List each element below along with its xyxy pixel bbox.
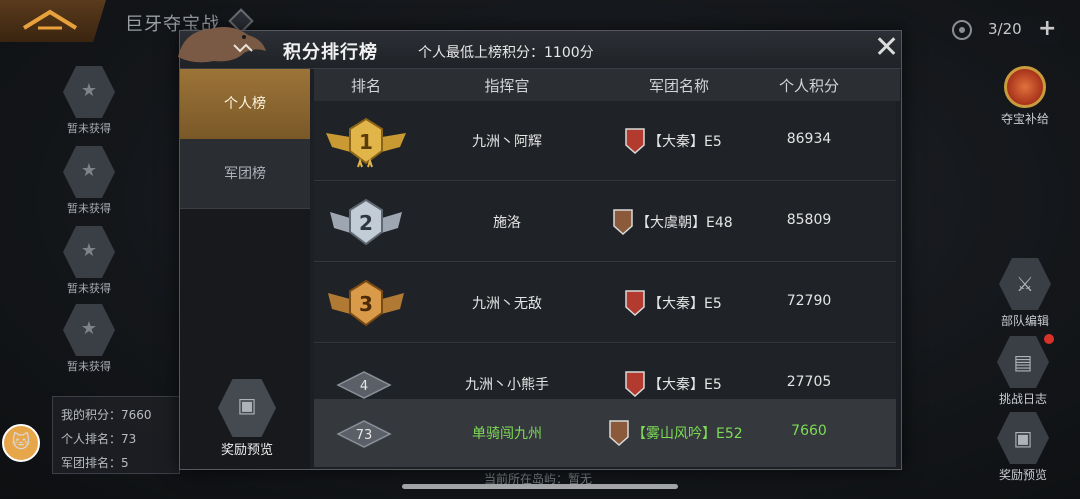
- personal-score: 85809: [786, 212, 832, 228]
- table-row[interactable]: 2 施洛 【大虞朝】E48 85809: [314, 182, 896, 262]
- close-icon[interactable]: ✕: [874, 33, 899, 63]
- gold-medal-icon: 1: [326, 117, 406, 168]
- svg-text:3: 3: [359, 292, 373, 316]
- chest-icon: [63, 304, 115, 356]
- troop-edit-button[interactable]: ⚔ 部队编辑: [986, 258, 1064, 329]
- guild-shield-icon: [625, 371, 645, 398]
- eye-icon: [952, 20, 972, 40]
- reward-slot[interactable]: 暂未获得: [58, 66, 120, 136]
- column-commander: 指挥官: [484, 77, 530, 95]
- back-button[interactable]: [0, 0, 106, 42]
- slot-label: 暂未获得: [67, 202, 111, 215]
- battle-log-label: 挑战日志: [998, 392, 1047, 406]
- tab-guild[interactable]: 军团榜: [180, 139, 310, 209]
- column-rank: 排名: [350, 77, 381, 95]
- bronze-medal-icon: 3: [328, 279, 404, 327]
- guild-name: 【大秦】E5: [648, 296, 722, 312]
- reward-preview-label: 奖励预览: [220, 443, 273, 458]
- table-header: 排名 指挥官 军团名称 个人积分: [314, 69, 900, 101]
- silver-medal-icon: 2: [330, 198, 402, 246]
- ranking-modal: 积分排行榜 个人最低上榜积分：1100分 ✕ 个人榜 军团榜 ▣ 奖励预览 排名…: [178, 27, 902, 470]
- guild-name: 【雾山风吟】E52: [632, 426, 743, 442]
- my-guild-rank: 军团排名：5: [61, 456, 129, 470]
- supply-icon: [1004, 66, 1046, 108]
- table-row[interactable]: 1 九洲丶阿辉 【大秦】E5 86934: [314, 101, 896, 181]
- svg-text:4: 4: [360, 379, 368, 394]
- rank-badge-icon: 4: [336, 371, 392, 399]
- supply-button[interactable]: 夺宝补给: [986, 66, 1064, 127]
- svg-text:2: 2: [359, 211, 373, 235]
- slot-label: 暂未获得: [67, 360, 111, 373]
- column-guild: 军团名称: [648, 77, 709, 95]
- troop-edit-label: 部队编辑: [1000, 314, 1049, 328]
- column-score: 个人积分: [778, 77, 839, 95]
- ranking-tabs: 个人榜 军团榜 ▣ 奖励预览: [180, 69, 310, 469]
- svg-text:1: 1: [359, 130, 373, 154]
- cat-avatar-icon[interactable]: 🐱: [2, 424, 40, 462]
- modal-header: 积分排行榜 个人最低上榜积分：1100分 ✕: [178, 27, 901, 69]
- chest-icon: [63, 66, 115, 118]
- table-row[interactable]: 3 九洲丶无敌 【大秦】E5 72790: [314, 263, 896, 343]
- slot-label: 暂未获得: [67, 282, 111, 295]
- guild-shield-icon: [613, 209, 633, 236]
- battle-log-button[interactable]: ▤ 挑战日志: [984, 336, 1062, 407]
- personal-score: 86934: [786, 131, 832, 147]
- guild-name: 【大秦】E5: [648, 377, 722, 393]
- svg-text:73: 73: [356, 428, 373, 443]
- ranking-table: 排名 指挥官 军团名称 个人积分 1 九洲丶阿辉 【大秦】E5 86934 2 …: [314, 69, 900, 469]
- min-score-note: 个人最低上榜积分：1100分: [418, 45, 594, 61]
- back-arrow-icon: [22, 9, 78, 30]
- guild-name: 【大虞朝】E48: [636, 215, 733, 231]
- tab-personal[interactable]: 个人榜: [180, 69, 310, 139]
- chest-icon: ▣: [997, 412, 1049, 464]
- reward-slot[interactable]: 暂未获得: [58, 146, 120, 216]
- guild-shield-icon: [609, 420, 629, 447]
- commander-name: 九洲丶阿辉: [472, 134, 542, 150]
- commander-name: 九洲丶无敌: [472, 296, 542, 312]
- supply-label: 夺宝补给: [1000, 112, 1049, 126]
- reward-preview-button[interactable]: ▣ 奖励预览: [202, 379, 292, 458]
- soldiers-icon: ⚔: [999, 258, 1051, 310]
- reward-preview-label: 奖励预览: [998, 468, 1047, 482]
- slot-label: 暂未获得: [67, 122, 111, 135]
- commander-name: 单骑闯九州: [472, 426, 542, 442]
- personal-score: 7660: [791, 423, 827, 439]
- guild-shield-icon: [625, 290, 645, 317]
- chest-icon: [63, 226, 115, 278]
- commander-name: 九洲丶小熊手: [465, 377, 549, 393]
- personal-score: 72790: [786, 293, 832, 309]
- commander-name: 施洛: [493, 215, 521, 231]
- chest-icon: ▣: [218, 379, 276, 437]
- reward-slot[interactable]: 暂未获得: [58, 226, 120, 296]
- my-stats-panel: 我的积分：7660 个人排名：73 军团排名：5: [52, 396, 180, 474]
- home-indicator[interactable]: [402, 484, 678, 489]
- my-rank-row[interactable]: 73 单骑闯九州 【雾山风吟】E52 7660: [314, 399, 896, 467]
- my-personal-rank: 个人排名：73: [61, 432, 137, 446]
- reward-preview-side-button[interactable]: ▣ 奖励预览: [984, 412, 1062, 483]
- chest-icon: [63, 146, 115, 198]
- modal-title: 积分排行榜: [283, 42, 378, 63]
- rank-badge-icon: 73: [336, 420, 392, 448]
- guild-name: 【大秦】E5: [648, 134, 722, 150]
- personal-score: 27705: [786, 374, 832, 390]
- reward-slot[interactable]: 暂未获得: [58, 304, 120, 374]
- guild-shield-icon: [625, 128, 645, 155]
- dinosaur-icon: [178, 27, 266, 63]
- log-book-icon: ▤: [997, 336, 1049, 388]
- my-score: 我的积分：7660: [61, 408, 152, 422]
- add-attempts-button[interactable]: +: [1038, 16, 1056, 41]
- counter-value: 3/20: [988, 20, 1022, 38]
